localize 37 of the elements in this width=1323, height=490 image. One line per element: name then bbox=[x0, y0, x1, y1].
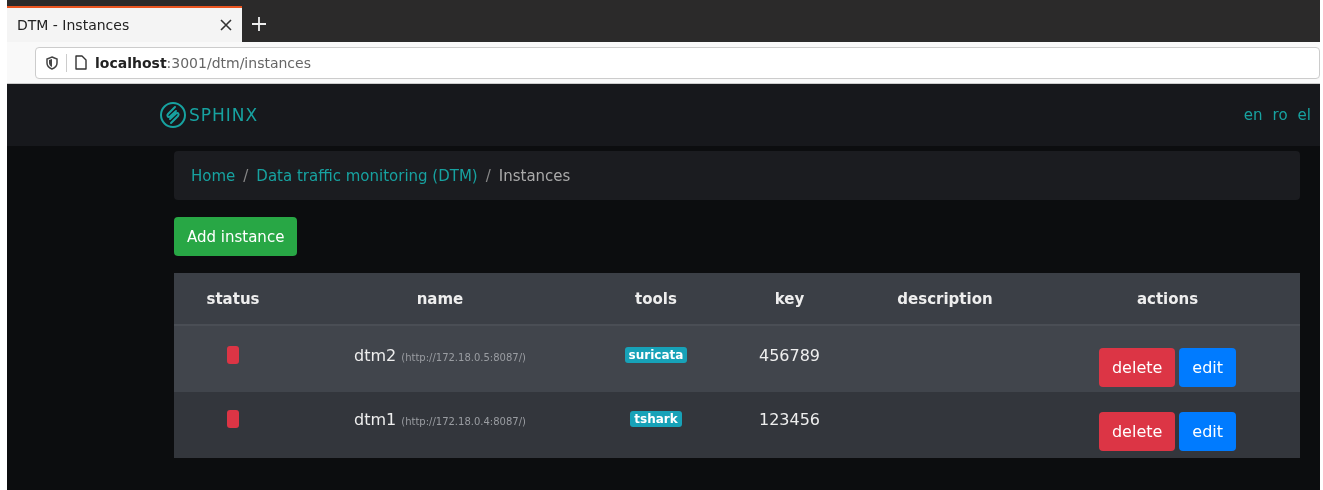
breadcrumb-link[interactable]: Data traffic monitoring (DTM) bbox=[256, 166, 478, 185]
browser-tab[interactable]: DTM - Instances bbox=[7, 6, 242, 42]
delete-button[interactable]: delete bbox=[1098, 348, 1176, 387]
new-tab-icon[interactable] bbox=[252, 17, 266, 31]
key-cell: 123456 bbox=[758, 409, 821, 429]
shield-icon[interactable] bbox=[46, 55, 58, 70]
address-bar[interactable]: localhost:3001/dtm/instances bbox=[35, 46, 1320, 79]
url-text: localhost:3001/dtm/instances bbox=[95, 54, 311, 71]
breadcrumb-current: Instances bbox=[498, 166, 571, 185]
column-header: key bbox=[773, 289, 806, 308]
delete-button[interactable]: delete bbox=[1098, 412, 1176, 451]
column-header: status bbox=[205, 289, 261, 308]
column-header: actions bbox=[1135, 289, 1200, 308]
column-header: tools bbox=[634, 289, 678, 308]
language-link[interactable]: ro bbox=[1272, 106, 1288, 124]
add-instance-button[interactable]: Add instance bbox=[174, 217, 298, 256]
close-icon[interactable] bbox=[220, 19, 232, 31]
column-header: description bbox=[896, 289, 994, 308]
tab-title: DTM - Instances bbox=[17, 17, 130, 33]
key-cell: 456789 bbox=[758, 345, 821, 365]
breadcrumb-separator: / bbox=[243, 166, 249, 185]
tool-tag: suricata bbox=[624, 347, 688, 363]
edit-button[interactable]: edit bbox=[1179, 348, 1237, 387]
breadcrumb-link[interactable]: Home bbox=[191, 166, 236, 185]
instance-name: dtm2 bbox=[354, 345, 397, 365]
logo-icon[interactable] bbox=[159, 101, 187, 129]
instance-name: dtm1 bbox=[354, 409, 397, 429]
column-header: name bbox=[415, 289, 465, 308]
instance-url: (http://172.18.0.4:8087/) bbox=[401, 414, 526, 427]
language-link[interactable]: el bbox=[1297, 106, 1311, 124]
brand-name[interactable]: SPHINX bbox=[189, 105, 259, 125]
page-icon bbox=[75, 55, 87, 70]
edit-button[interactable]: edit bbox=[1179, 412, 1237, 451]
language-link[interactable]: en bbox=[1243, 106, 1263, 124]
breadcrumb-separator: / bbox=[485, 166, 491, 185]
tool-tag: tshark bbox=[630, 411, 682, 427]
instance-url: (http://172.18.0.5:8087/) bbox=[401, 350, 526, 363]
